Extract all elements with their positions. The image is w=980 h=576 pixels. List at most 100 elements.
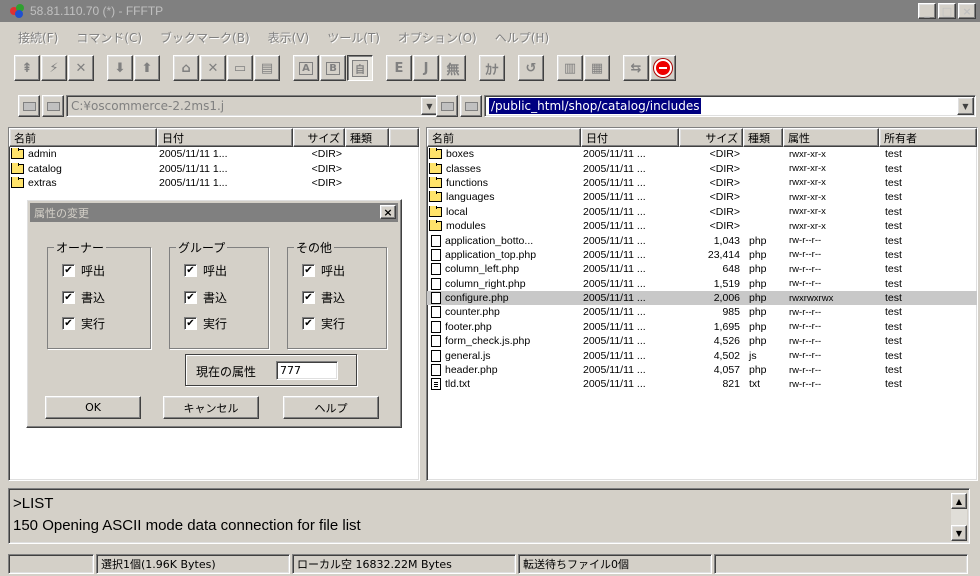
table-row[interactable]: modules 2005/11/11 ... <DIR> rwxr-xr-x test	[427, 219, 977, 233]
mode-auto-button[interactable]: 自	[347, 55, 373, 81]
kanji-euc-button[interactable]: E	[386, 55, 412, 81]
log-panel[interactable]: >LIST 150 Opening ASCII mode data connec…	[8, 488, 970, 544]
file-owner: test	[885, 364, 902, 377]
local-open-button[interactable]	[42, 95, 64, 117]
list-view-button[interactable]: ▥	[557, 55, 583, 81]
delete-button[interactable]: ✕	[200, 55, 226, 81]
menu-view[interactable]: 表示(V)	[268, 29, 310, 46]
refresh-button[interactable]: ↺	[518, 55, 544, 81]
folder-icon	[429, 148, 442, 160]
scroll-down-icon[interactable]: ▼	[951, 525, 967, 541]
minimize-button[interactable]: _	[918, 3, 936, 19]
local-col-size[interactable]: サイズ	[293, 128, 345, 147]
mode-ascii-button[interactable]: A	[293, 55, 319, 81]
quick-connect-button[interactable]: ⚡	[41, 55, 67, 81]
table-row[interactable]: local 2005/11/11 ... <DIR> rwxr-xr-x test	[427, 205, 977, 219]
table-row[interactable]: functions 2005/11/11 ... <DIR> rwxr-xr-x tes…	[427, 176, 977, 190]
cancel-button[interactable]: キャンセル	[163, 396, 259, 419]
remote-file-list[interactable]: 名前 日付 サイズ 種類 属性 所有者 boxes 2005/11/11 ... <…	[426, 127, 978, 481]
other-read-checkbox[interactable]: ✔ 呼出	[302, 262, 345, 279]
file-name: modules	[446, 220, 486, 233]
file-date: 2005/11/11 1...	[159, 176, 228, 189]
table-row[interactable]: header.php 2005/11/11 ... 4,057 php rw-r--r-…	[427, 363, 977, 377]
table-row[interactable]: column_right.php 2005/11/11 ... 1,519 php rw…	[427, 277, 977, 291]
group-exec-checkbox[interactable]: ✔ 実行	[184, 315, 227, 332]
mode-binary-label: B	[326, 61, 340, 75]
local-path-field[interactable]: C:¥oscommerce-2.2ms1.j ▼	[66, 95, 440, 117]
remote-col-size[interactable]: サイズ	[679, 128, 743, 147]
other-exec-checkbox[interactable]: ✔ 実行	[302, 315, 345, 332]
remote-col-type[interactable]: 種類	[743, 128, 783, 147]
dialog-close-icon[interactable]: ×	[380, 205, 396, 219]
chevron-down-icon[interactable]: ▼	[957, 97, 974, 115]
local-col-name[interactable]: 名前	[9, 128, 157, 147]
menu-help[interactable]: ヘルプ(H)	[495, 29, 549, 46]
local-col-date[interactable]: 日付	[157, 128, 293, 147]
current-attr-input[interactable]: 777	[276, 361, 338, 380]
log-scrollbar[interactable]: ▲ ▼	[951, 493, 967, 541]
table-row[interactable]: tld.txt 2005/11/11 ... 821 txt rw-r--r-- test	[427, 377, 977, 391]
upload-button[interactable]: ⬆	[134, 55, 160, 81]
ok-button[interactable]: OK	[45, 396, 141, 419]
table-row[interactable]: application_top.php 2005/11/11 ... 23,414 p…	[427, 248, 977, 262]
mode-binary-button[interactable]: B	[320, 55, 346, 81]
table-row[interactable]: general.js 2005/11/11 ... 4,502 js rw-r--r--…	[427, 348, 977, 362]
file-owner: test	[885, 234, 902, 247]
menu-tool[interactable]: ツール(T)	[327, 29, 380, 46]
remote-path-field[interactable]: /public_html/shop/catalog/includes ▼	[484, 95, 976, 117]
sync-button[interactable]: ⇆	[623, 55, 649, 81]
table-row[interactable]: footer.php 2005/11/11 ... 1,695 php rw-r--r-…	[427, 320, 977, 334]
scroll-track[interactable]	[951, 509, 967, 525]
help-button[interactable]: ヘルプ	[283, 396, 379, 419]
table-row[interactable]: boxes 2005/11/11 ... <DIR> rwxr-xr-x test	[427, 147, 977, 161]
remote-open-button[interactable]	[460, 95, 482, 117]
download-button[interactable]: ⬇	[107, 55, 133, 81]
remote-col-date[interactable]: 日付	[581, 128, 679, 147]
kana-convert-button[interactable]: ｶﾅ	[479, 55, 505, 81]
close-button[interactable]: ×	[958, 3, 976, 19]
table-row[interactable]: form_check.js.php 2005/11/11 ... 4,526 php r…	[427, 334, 977, 348]
file-size: <DIR>	[311, 148, 342, 161]
owner-write-checkbox[interactable]: ✔ 書込	[62, 289, 105, 306]
remote-up-button[interactable]	[436, 95, 458, 117]
home-button[interactable]: ⌂	[173, 55, 199, 81]
kanji-none-button[interactable]: 無	[440, 55, 466, 81]
list-item[interactable]: catalog 2005/11/11 1... <DIR>	[9, 161, 419, 175]
owner-read-checkbox[interactable]: ✔ 呼出	[62, 262, 105, 279]
local-up-button[interactable]	[18, 95, 40, 117]
table-row[interactable]: configure.php 2005/11/11 ... 2,006 php rwxrw…	[427, 290, 977, 306]
table-row[interactable]: languages 2005/11/11 ... <DIR> rwxr-xr-x tes…	[427, 190, 977, 204]
menu-command[interactable]: コマンド(C)	[76, 29, 142, 46]
mkdir-button[interactable]: ▤	[254, 55, 280, 81]
group-read-checkbox[interactable]: ✔ 呼出	[184, 262, 227, 279]
list-item[interactable]: extras 2005/11/11 1... <DIR>	[9, 176, 419, 190]
file-name-cell: column_left.php	[427, 263, 581, 276]
group-write-checkbox[interactable]: ✔ 書込	[184, 289, 227, 306]
table-row[interactable]: classes 2005/11/11 ... <DIR> rwxr-xr-x test	[427, 161, 977, 175]
rename-button[interactable]: ▭	[227, 55, 253, 81]
remote-col-owner[interactable]: 所有者	[879, 128, 977, 147]
connect-button[interactable]: ⇞	[14, 55, 40, 81]
remote-col-name[interactable]: 名前	[427, 128, 581, 147]
file-icon	[431, 335, 441, 348]
disconnect-button[interactable]: ✕	[68, 55, 94, 81]
file-type: php	[749, 277, 767, 290]
kanji-jis-button[interactable]: J	[413, 55, 439, 81]
table-row[interactable]: column_left.php 2005/11/11 ... 648 php rw-r-…	[427, 262, 977, 276]
remote-col-attr[interactable]: 属性	[783, 128, 879, 147]
table-row[interactable]: counter.php 2005/11/11 ... 985 php rw-r--r--…	[427, 305, 977, 319]
owner-exec-checkbox[interactable]: ✔ 実行	[62, 315, 105, 332]
file-name: boxes	[446, 148, 475, 161]
menu-option[interactable]: オプション(O)	[398, 29, 477, 46]
maximize-button[interactable]: □	[938, 3, 956, 19]
stop-button[interactable]	[650, 55, 676, 81]
other-write-checkbox[interactable]: ✔ 書込	[302, 289, 345, 306]
table-row[interactable]: application_botto... 2005/11/11 ... 1,043 p…	[427, 233, 977, 247]
detail-view-button[interactable]: ▦	[584, 55, 610, 81]
menu-bookmark[interactable]: ブックマーク(B)	[160, 29, 250, 46]
file-icon	[431, 248, 441, 261]
scroll-up-icon[interactable]: ▲	[951, 493, 967, 509]
local-col-type[interactable]: 種類	[345, 128, 389, 147]
menu-connect[interactable]: 接続(F)	[18, 29, 58, 46]
list-item[interactable]: admin 2005/11/11 1... <DIR>	[9, 147, 419, 161]
